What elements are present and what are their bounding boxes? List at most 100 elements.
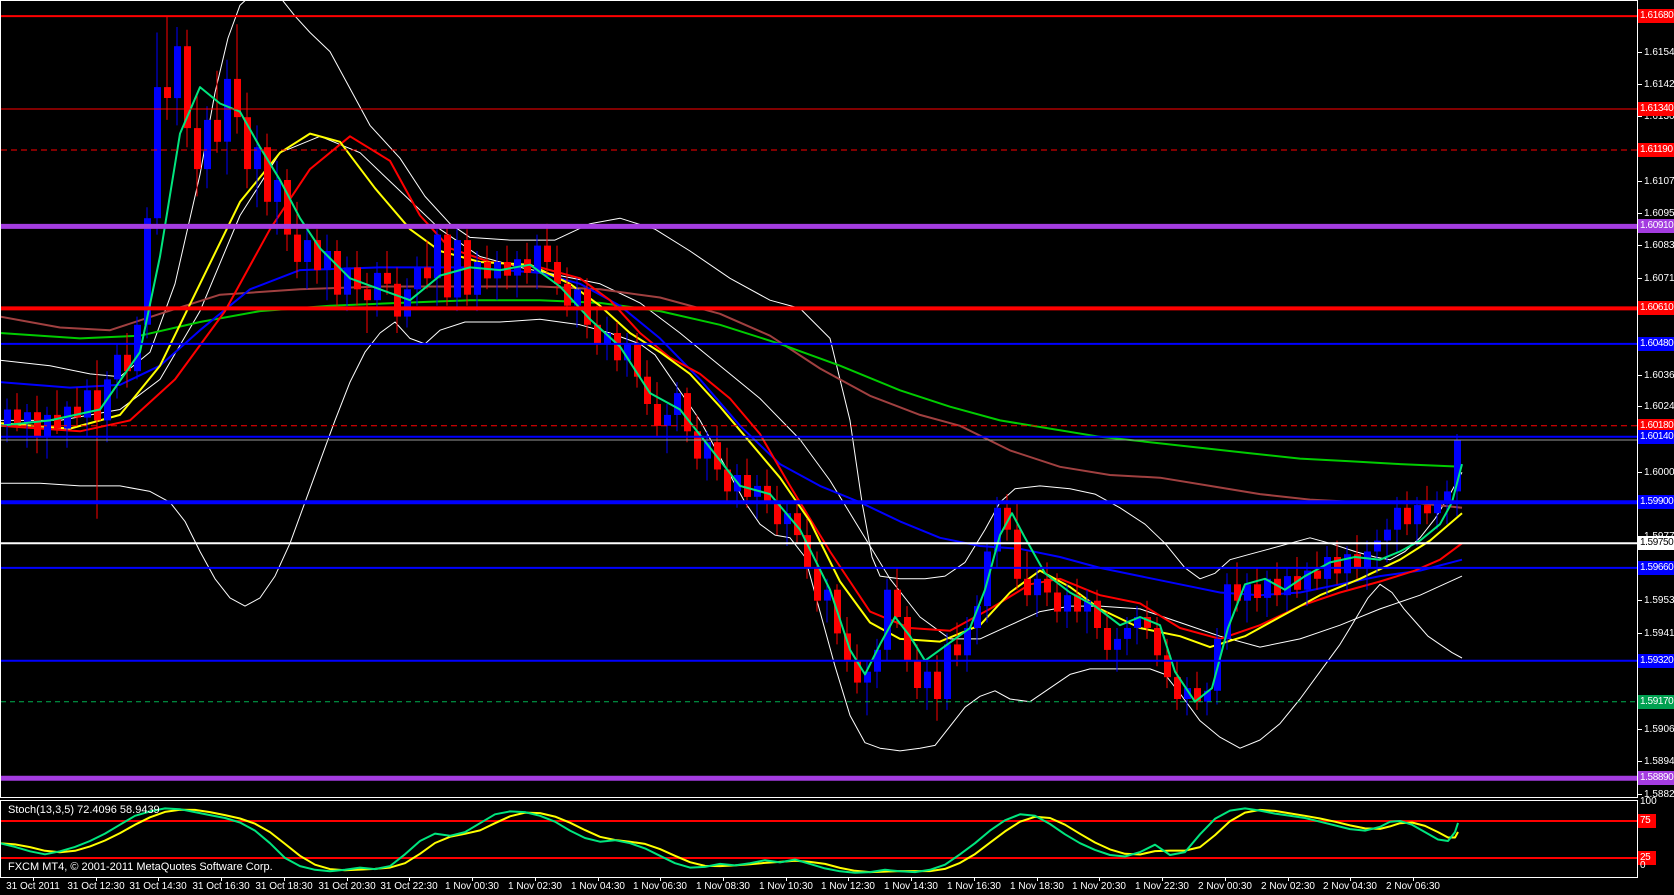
candle-bull [304, 240, 311, 262]
main-price-chart[interactable] [0, 0, 1638, 798]
time-label-6: 31 Oct 22:30 [380, 881, 438, 892]
candle-bull [944, 644, 951, 699]
time-label-9: 1 Nov 04:30 [571, 881, 625, 892]
candle-bear [294, 234, 301, 262]
candle-bear [384, 272, 391, 284]
price-tick-1.58945: 1.58945 [1638, 756, 1674, 768]
candle-bear [634, 343, 641, 377]
price-tick-label: 1.60245 [1644, 401, 1674, 412]
price-tick-label: 1.60950 [1644, 208, 1674, 219]
candle-bear [1314, 570, 1321, 579]
candle-bear [1254, 584, 1261, 598]
stoch-scale-100: 100 [1640, 796, 1657, 807]
candle-bear [484, 262, 491, 279]
tick-dash [1638, 632, 1642, 634]
price-tick-label: 1.60360 [1644, 370, 1674, 381]
tick-dash [1638, 374, 1642, 376]
candle-bear [744, 475, 751, 497]
price-badge-1.58890: 1.58890 [1638, 771, 1674, 785]
candle-bull [434, 234, 441, 279]
time-label-2: 31 Oct 14:30 [129, 881, 187, 892]
candle-bull [1414, 505, 1421, 525]
candle-bear [1154, 628, 1161, 656]
price-tick-1.60715: 1.60715 [1638, 273, 1674, 285]
candle-bull [1344, 554, 1351, 574]
candle-bull [1384, 529, 1391, 541]
time-label-10: 1 Nov 06:30 [633, 881, 687, 892]
stoch-scale-75: 75 [1638, 814, 1656, 828]
time-label-7: 1 Nov 00:30 [445, 881, 499, 892]
price-axis[interactable]: 1.616601.615401.614251.613051.610701.609… [1638, 0, 1674, 877]
candle-bull [1124, 628, 1131, 639]
time-axis[interactable]: 31 Oct 2011 31 Oct 12:30 31 Oct 14:30 31 Oc… [0, 878, 1674, 895]
candle-bull [1064, 595, 1071, 612]
candle-bull [414, 267, 421, 290]
candle-bull [154, 87, 161, 219]
candle-bear [54, 414, 61, 429]
price-tick-1.59535: 1.59535 [1638, 595, 1674, 607]
price-badge-1.60610: 1.60610 [1638, 301, 1674, 315]
candle-bear [424, 267, 431, 279]
candle-bull [924, 671, 931, 689]
tick-dash [1638, 277, 1642, 279]
candle-bull [4, 409, 11, 426]
copyright-text: FXCM MT4, © 2001-2011 MetaQuotes Softwar… [8, 861, 273, 873]
candle-bear [164, 87, 171, 98]
candle-bear [1024, 578, 1031, 596]
candle-bull [404, 289, 411, 317]
time-label-14: 1 Nov 14:30 [884, 881, 938, 892]
candle-bull [1364, 551, 1371, 568]
price-badge-1.61340: 1.61340 [1638, 102, 1674, 116]
tick-dash [1638, 212, 1642, 214]
stoch-scale-0: 0 [1640, 860, 1646, 871]
candle-bull [204, 119, 211, 170]
price-badge-1.59900: 1.59900 [1638, 495, 1674, 509]
price-tick-1.59065: 1.59065 [1638, 724, 1674, 736]
candle-bear [1014, 529, 1021, 579]
price-badge-1.59660: 1.59660 [1638, 561, 1674, 575]
candle-bear [1104, 628, 1111, 650]
price-tick-1.60005: 1.60005 [1638, 467, 1674, 479]
time-label-22: 2 Nov 06:30 [1386, 881, 1440, 892]
candle-bull [114, 354, 121, 380]
price-badge-1.59750: 1.59750 [1638, 536, 1674, 550]
candle-bear [654, 404, 661, 426]
time-label-19: 2 Nov 00:30 [1198, 881, 1252, 892]
price-tick-label: 1.61540 [1644, 47, 1674, 58]
price-tick-1.59415: 1.59415 [1638, 628, 1674, 640]
price-tick-1.61425: 1.61425 [1638, 79, 1674, 91]
candle-bull [1394, 507, 1401, 530]
candle-bear [94, 390, 101, 421]
time-label-0: 31 Oct 2011 [6, 881, 60, 892]
candle-bull [174, 46, 181, 99]
price-tick-label: 1.59415 [1644, 628, 1674, 639]
candle-bear [814, 567, 821, 601]
price-tick-label: 1.58945 [1644, 756, 1674, 767]
candle-bear [554, 262, 561, 284]
price-tick-1.60245: 1.60245 [1638, 401, 1674, 413]
candle-bull [24, 412, 31, 424]
tick-dash [1638, 180, 1642, 182]
candle-bear [74, 406, 81, 418]
time-label-18: 1 Nov 22:30 [1135, 881, 1189, 892]
candle-bear [444, 234, 451, 298]
candle-bull [224, 78, 231, 142]
price-badge-1.60140: 1.60140 [1638, 430, 1674, 444]
tick-dash [1638, 244, 1642, 246]
tick-dash [1638, 471, 1642, 473]
candle-bull [1114, 638, 1121, 650]
candle-bull [454, 240, 461, 298]
price-tick-label: 1.61425 [1644, 79, 1674, 90]
candle-bear [894, 589, 901, 617]
time-label-8: 1 Nov 02:30 [508, 881, 562, 892]
candlestick-canvas[interactable] [0, 0, 1638, 798]
price-tick-1.61540: 1.61540 [1638, 47, 1674, 59]
price-tick-label: 1.61070 [1644, 176, 1674, 187]
price-badge-1.60480: 1.60480 [1638, 337, 1674, 351]
price-badge-1.60910: 1.60910 [1638, 219, 1674, 233]
time-label-11: 1 Nov 08:30 [696, 881, 750, 892]
time-label-17: 1 Nov 20:30 [1072, 881, 1126, 892]
price-tick-label: 1.60715 [1644, 273, 1674, 284]
candle-bear [34, 412, 41, 437]
price-tick-1.60360: 1.60360 [1638, 370, 1674, 382]
